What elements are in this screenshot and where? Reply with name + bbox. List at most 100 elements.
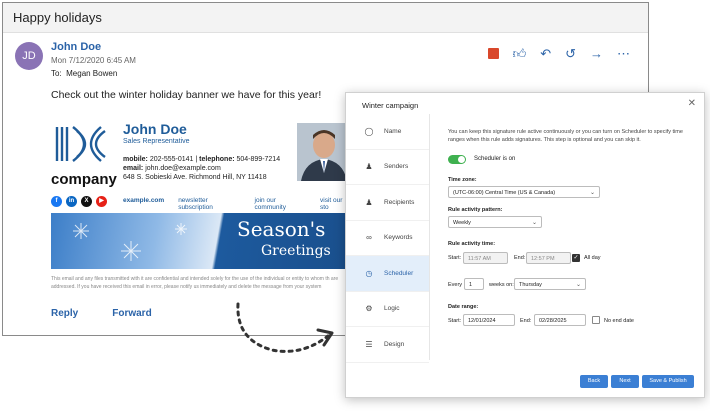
range-start-input[interactable]: 12/01/2024 xyxy=(463,314,515,326)
end-time-label: End: xyxy=(514,255,526,261)
weeks-on-label: weeks on: xyxy=(489,282,514,288)
sender-name[interactable]: John Doe xyxy=(51,41,101,53)
signature-phones: mobile: 202-555-0141 | telephone: 504-89… xyxy=(123,156,281,163)
activity-time-label: Rule activity time: xyxy=(448,241,496,247)
end-time-input[interactable]: 12:57 PM xyxy=(526,252,571,264)
nav-label: Logic xyxy=(384,305,400,313)
start-time-label: Start: xyxy=(448,255,462,261)
link-community[interactable]: join our community xyxy=(255,197,306,211)
tag-icon: ◯ xyxy=(364,126,374,136)
timezone-label: Time zone: xyxy=(448,177,477,183)
nav-label: Scheduler xyxy=(384,269,414,277)
nav-label: Design xyxy=(384,340,405,348)
campaign-dialog: Winter campaign ✕ ◯ Name ♟ Senders ♟ Recipi… xyxy=(345,92,705,398)
forward-button[interactable]: Forward xyxy=(112,308,151,319)
chevron-down-icon: ⌄ xyxy=(531,220,537,226)
nav-item-keywords[interactable]: ∞ Keywords xyxy=(346,221,429,256)
addin-icon[interactable] xyxy=(487,48,499,59)
signature-name: John Doe xyxy=(123,121,187,137)
date-range-label: Date range: xyxy=(448,304,479,310)
link-icon: ∞ xyxy=(366,233,372,243)
design-icon: ☰ xyxy=(365,339,373,349)
pattern-select[interactable]: Weekly ⌄ xyxy=(448,216,542,228)
youtube-icon[interactable]: ▶ xyxy=(96,196,107,207)
to-label: To: xyxy=(51,69,62,78)
recipient-name[interactable]: Megan Bowen xyxy=(66,69,117,78)
all-day-checkbox[interactable]: ✓ xyxy=(572,254,580,262)
nav-label: Senders xyxy=(384,163,409,171)
signature-email: email: john.doe@example.com xyxy=(123,165,221,172)
weekday-select[interactable]: Thursday ⌄ xyxy=(514,278,586,290)
nav-item-name[interactable]: ◯ Name xyxy=(346,114,429,150)
nav-item-scheduler[interactable]: ◷ Scheduler xyxy=(346,256,429,292)
range-end-label: End: xyxy=(520,318,532,324)
scheduler-description: You can keep this signature rule active … xyxy=(448,129,683,143)
all-day-label: All day xyxy=(584,255,601,261)
nav-label: Name xyxy=(384,127,402,135)
linkedin-icon[interactable]: in xyxy=(66,196,77,207)
chevron-down-icon: ⌄ xyxy=(575,282,581,288)
more-icon[interactable]: ⋯ xyxy=(617,47,630,60)
forward-icon[interactable]: → xyxy=(590,47,603,60)
close-icon[interactable]: ✕ xyxy=(688,98,696,109)
curved-arrow-icon xyxy=(236,302,334,353)
x-icon[interactable]: X xyxy=(81,196,92,207)
reply-icon[interactable]: ↶ xyxy=(540,47,551,60)
wizard-nav: ◯ Name ♟ Senders ♟ Recipients ∞ Keywords ◷ Sc… xyxy=(346,114,430,363)
range-end-input[interactable]: 02/28/2025 xyxy=(534,314,586,326)
link-newsletter[interactable]: newsletter subscription xyxy=(178,197,240,211)
snowflake-icon xyxy=(73,223,187,261)
no-end-date-label: No end date xyxy=(604,318,634,324)
range-start-label: Start: xyxy=(448,318,462,324)
mobile-number: 202-555-0141 xyxy=(149,156,194,163)
mobile-label: mobile: xyxy=(123,156,148,163)
social-links: f in X ▶ xyxy=(51,196,107,207)
email-date: Mon 7/12/2020 6:45 AM xyxy=(51,56,136,65)
facebook-icon[interactable]: f xyxy=(51,196,62,207)
nav-item-design[interactable]: ☰ Design xyxy=(346,327,429,363)
back-button[interactable]: Back xyxy=(580,375,608,388)
sender-icon: ♟ xyxy=(365,162,373,172)
nav-item-senders[interactable]: ♟ Senders xyxy=(346,150,429,185)
email-address[interactable]: john.doe@example.com xyxy=(145,165,221,172)
nav-label: Keywords xyxy=(384,234,413,242)
weekday-value: Thursday xyxy=(519,282,542,288)
banner-headline: Season's xyxy=(237,217,326,241)
pattern-label: Rule activity pattern: xyxy=(448,207,503,213)
email-label: email: xyxy=(123,165,144,172)
nav-item-logic[interactable]: ⚙ Logic xyxy=(346,292,429,327)
clock-icon: ◷ xyxy=(365,268,373,278)
company-wordmark: company xyxy=(51,171,117,188)
banner-subheadline: Greetings xyxy=(261,243,331,259)
avatar: JD xyxy=(15,42,43,70)
chevron-down-icon: ⌄ xyxy=(589,190,595,196)
holiday-banner: Season's Greetings xyxy=(51,213,351,269)
telephone-number: 504-899-7214 xyxy=(236,156,281,163)
next-button[interactable]: Next xyxy=(611,375,639,388)
signature-address: 648 S. Sobieski Ave. Richmond Hill, NY 1… xyxy=(123,174,267,181)
start-time-input[interactable]: 11:57 AM xyxy=(463,252,508,264)
email-disclaimer: This email and any files transmitted wit… xyxy=(51,276,339,290)
pattern-value: Weekly xyxy=(453,220,471,226)
dialog-title: Winter campaign xyxy=(362,101,419,110)
signature-links: example.com newsletter subscription join… xyxy=(123,197,351,211)
nav-item-recipients[interactable]: ♟ Recipients xyxy=(346,185,429,221)
link-website[interactable]: example.com xyxy=(123,197,164,211)
timezone-select[interactable]: (UTC-06:00) Central Time (US & Canada) ⌄ xyxy=(448,186,600,198)
email-body: Check out the winter holiday banner we h… xyxy=(51,89,322,101)
recipients-icon: ♟ xyxy=(365,197,373,207)
reply-all-icon[interactable]: ↺ xyxy=(565,47,576,60)
toggle-label: Scheduler is on xyxy=(474,156,516,162)
email-actions: 👍︎ ↶ ↺ → ⋯ xyxy=(487,47,630,60)
reply-row: Reply Forward xyxy=(51,308,152,319)
save-publish-button[interactable]: Save & Publish xyxy=(642,375,694,388)
reply-button[interactable]: Reply xyxy=(51,308,78,319)
scheduler-toggle[interactable] xyxy=(448,155,466,164)
nav-label: Recipients xyxy=(384,198,415,206)
every-input[interactable]: 1 xyxy=(464,278,484,290)
every-label: Every xyxy=(448,282,463,288)
logic-icon: ⚙ xyxy=(365,304,373,314)
like-icon[interactable]: 👍︎ xyxy=(513,47,527,60)
no-end-date-checkbox[interactable] xyxy=(592,316,600,324)
person-photo-icon xyxy=(297,123,351,181)
